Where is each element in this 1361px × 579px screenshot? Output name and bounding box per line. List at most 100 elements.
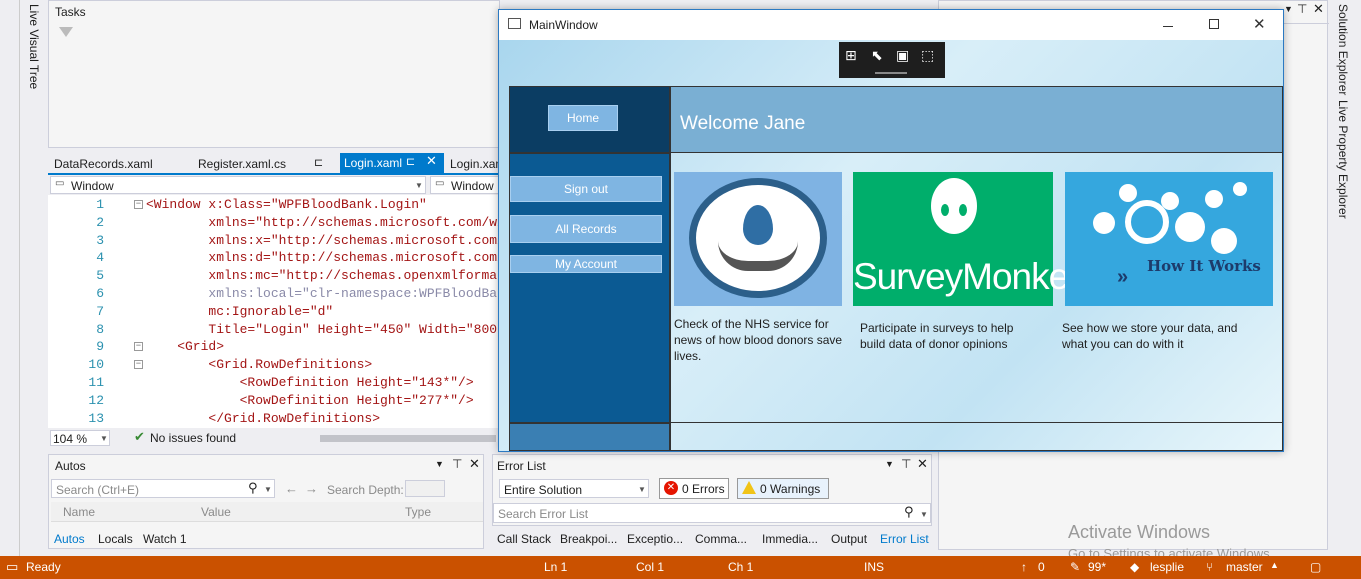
minimize-icon[interactable] bbox=[1163, 26, 1173, 27]
col-type[interactable]: Type bbox=[405, 505, 431, 519]
surveymonkey-card-image[interactable]: SurveyMonkey bbox=[853, 172, 1087, 306]
all-records-button[interactable]: All Records bbox=[510, 215, 662, 243]
close-icon[interactable]: ✕ bbox=[917, 457, 928, 472]
sign-out-button[interactable]: Sign out bbox=[510, 176, 662, 202]
home-button[interactable]: Home bbox=[548, 105, 618, 131]
maximize-icon[interactable] bbox=[1209, 19, 1219, 29]
tab-output[interactable]: Output bbox=[831, 532, 867, 546]
close-icon[interactable]: ✕ bbox=[1253, 15, 1266, 33]
line-number: 9 bbox=[96, 339, 104, 355]
error-search-placeholder: Search Error List bbox=[498, 507, 589, 521]
repo-icon[interactable]: ◆ bbox=[1130, 560, 1139, 574]
live-property-explorer-tab[interactable]: Live Property Explorer bbox=[1336, 100, 1350, 219]
editor-footer: 104 % ▼ ✔ No issues found bbox=[48, 429, 500, 447]
tab-locals[interactable]: Locals bbox=[98, 532, 133, 546]
filter-icon[interactable] bbox=[59, 27, 73, 37]
back-arrow-icon[interactable]: ← bbox=[285, 481, 298, 496]
search-icon[interactable]: ⚲ bbox=[248, 481, 258, 496]
collapse-icon[interactable]: − bbox=[134, 200, 143, 209]
chevron-down-icon: ▼ bbox=[638, 485, 646, 494]
chevron-down-icon[interactable]: ▼ bbox=[264, 485, 272, 494]
dropdown-icon[interactable]: ▼ bbox=[1284, 4, 1293, 14]
dropdown-icon[interactable]: ▼ bbox=[885, 459, 894, 469]
live-tree-icon[interactable]: ⊞ bbox=[845, 48, 857, 64]
tab-immediate[interactable]: Immedia... bbox=[762, 532, 818, 546]
warnings-filter-button[interactable]: 0 Warnings bbox=[737, 478, 829, 499]
errors-filter-button[interactable]: ✕ 0 Errors bbox=[659, 478, 729, 499]
nhs-card-image[interactable] bbox=[674, 172, 842, 306]
pin-icon[interactable]: ⊏ bbox=[314, 156, 323, 169]
collapse-icon[interactable]: − bbox=[134, 360, 143, 370]
tab-call-stack[interactable]: Call Stack bbox=[497, 532, 551, 546]
my-account-button[interactable]: My Account bbox=[510, 255, 662, 273]
tab-watch-1[interactable]: Watch 1 bbox=[143, 532, 187, 546]
code-editor[interactable]: 1− <Window x:Class="WPFBloodBank.Login" 2 … bbox=[48, 195, 500, 428]
branch-icon[interactable]: ⑂ bbox=[1206, 560, 1213, 574]
tab-autos[interactable]: Autos bbox=[54, 532, 85, 546]
tasks-title: Tasks bbox=[55, 5, 86, 19]
up-arrow-icon[interactable]: ↑ bbox=[1021, 560, 1027, 574]
tab-login-xaml-2[interactable]: Login.xam bbox=[444, 155, 505, 173]
tab-register-cs[interactable]: Register.xaml.cs bbox=[192, 155, 286, 173]
welcome-header: Welcome Jane bbox=[670, 86, 1283, 153]
tab-breakpoints[interactable]: Breakpoi... bbox=[560, 532, 617, 546]
element-dropdown-value: Window bbox=[71, 179, 114, 193]
tab-datarecords[interactable]: DataRecords.xaml bbox=[48, 155, 153, 173]
element-dropdown-2[interactable]: ▭ Window bbox=[430, 176, 500, 194]
collapse-icon[interactable]: − bbox=[134, 342, 143, 352]
notifications-icon[interactable]: ▢ bbox=[1310, 560, 1321, 574]
dropdown-icon[interactable]: ▼ bbox=[435, 459, 444, 469]
element-dropdown[interactable]: ▭ Window ▼ bbox=[50, 176, 426, 194]
pencil-icon[interactable]: ✎ bbox=[1070, 560, 1080, 574]
display-adorners-icon[interactable]: ▣ bbox=[896, 48, 909, 64]
tab-command[interactable]: Comma... bbox=[695, 532, 747, 546]
col-value[interactable]: Value bbox=[201, 505, 231, 519]
forward-arrow-icon[interactable]: → bbox=[305, 481, 318, 496]
activate-windows-subtext-text: Go to Settings to activate Windows. bbox=[1068, 546, 1274, 556]
live-visual-tree-tab[interactable]: Live Visual Tree bbox=[27, 4, 41, 89]
search-depth-dropdown[interactable] bbox=[405, 480, 445, 497]
autos-title: Autos bbox=[55, 459, 86, 473]
line-number: 10 bbox=[88, 357, 104, 373]
pin-icon[interactable]: ⊏ bbox=[406, 155, 415, 168]
line-number: 1 bbox=[96, 197, 104, 212]
scope-dropdown[interactable]: Entire Solution ▼ bbox=[499, 479, 649, 498]
autos-search-input[interactable]: Search (Ctrl+E) ⚲ ▼ bbox=[51, 479, 275, 498]
line-number: 4 bbox=[96, 250, 104, 266]
title-bar[interactable]: MainWindow ✕ bbox=[499, 10, 1283, 40]
chevron-up-icon[interactable]: ▲ bbox=[1270, 560, 1279, 570]
monitor-icon bbox=[1233, 182, 1247, 196]
close-icon[interactable]: ✕ bbox=[1313, 2, 1324, 17]
track-focus-icon[interactable]: ⬚ bbox=[921, 48, 934, 64]
pin-icon[interactable]: ⊤ bbox=[901, 457, 911, 471]
status-branch[interactable]: master bbox=[1226, 560, 1263, 574]
tab-underline bbox=[48, 173, 500, 175]
status-up-count[interactable]: 0 bbox=[1038, 560, 1045, 574]
code-line: <RowDefinition Height="277*"/> bbox=[146, 392, 474, 408]
chevron-down-icon: ▼ bbox=[100, 434, 108, 443]
tab-error-list[interactable]: Error List bbox=[880, 532, 929, 546]
zoom-dropdown[interactable]: 104 % ▼ bbox=[50, 430, 110, 446]
search-icon[interactable]: ⚲ bbox=[904, 505, 914, 520]
solution-explorer-tab[interactable]: Solution Explorer bbox=[1336, 4, 1350, 95]
pin-icon[interactable]: ⊤ bbox=[1297, 2, 1307, 16]
autos-column-header: Name Value Type bbox=[51, 502, 483, 522]
error-search-input[interactable]: Search Error List ⚲ ▼ bbox=[493, 503, 931, 523]
col-name[interactable]: Name bbox=[63, 505, 95, 519]
blood-drop-emblem bbox=[689, 178, 827, 298]
status-bar: ▭ Ready Ln 1 Col 1 Ch 1 INS ↑ 0 ✎ 99* ◆ … bbox=[0, 556, 1361, 579]
book-icon bbox=[1175, 212, 1205, 242]
status-repo[interactable]: lesplie bbox=[1150, 560, 1184, 574]
status-pending[interactable]: 99* bbox=[1088, 560, 1106, 574]
horizontal-scrollbar[interactable] bbox=[320, 435, 496, 442]
chevron-down-icon[interactable]: ▼ bbox=[920, 510, 928, 519]
close-icon[interactable]: ✕ bbox=[469, 457, 480, 472]
close-icon[interactable]: ✕ bbox=[426, 154, 437, 169]
main-window[interactable]: MainWindow ✕ ⊞ ⬉ ▣ ⬚ Home Sign out All R… bbox=[498, 9, 1284, 452]
tab-login-xaml-active[interactable]: Login.xaml ⊏ ✕ bbox=[340, 153, 444, 173]
select-element-icon[interactable]: ⬉ bbox=[871, 48, 883, 64]
pin-icon[interactable]: ⊤ bbox=[452, 457, 462, 471]
tab-exceptions[interactable]: Exceptio... bbox=[627, 532, 683, 546]
how-it-works-card-image[interactable]: How It Works » bbox=[1065, 172, 1273, 306]
tab-label: Login.xaml bbox=[344, 156, 403, 170]
